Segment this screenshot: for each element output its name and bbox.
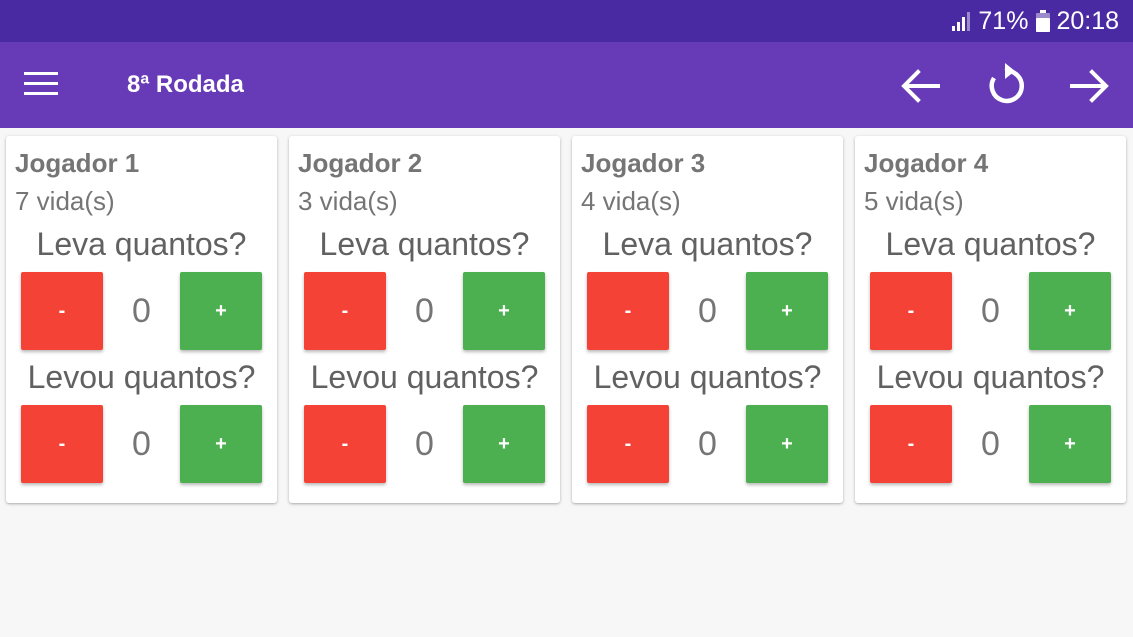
won-count: 0 bbox=[698, 425, 717, 463]
player-card: Jogador 3 4 vida(s) Leva quantos? - 0 + … bbox=[572, 136, 843, 503]
won-decrement-button[interactable]: - bbox=[304, 405, 386, 483]
next-round-button[interactable] bbox=[1060, 56, 1120, 116]
bet-increment-button[interactable]: + bbox=[746, 272, 828, 350]
player-name: Jogador 2 bbox=[298, 148, 423, 178]
won-stepper: - 0 + bbox=[6, 405, 277, 483]
app-bar: 8ª Rodada bbox=[0, 42, 1133, 128]
won-question: Levou quantos? bbox=[310, 359, 539, 395]
status-bar: 71% 20:18 bbox=[0, 0, 1133, 42]
bet-increment-button[interactable]: + bbox=[463, 272, 545, 350]
bet-decrement-button[interactable]: - bbox=[21, 272, 103, 350]
status-indicators: 71% 20:18 bbox=[950, 0, 1119, 42]
won-increment-button[interactable]: + bbox=[746, 405, 828, 483]
player-card: Jogador 1 7 vida(s) Leva quantos? - 0 + … bbox=[6, 136, 277, 503]
won-decrement-button[interactable]: - bbox=[21, 405, 103, 483]
bet-stepper: - 0 + bbox=[855, 272, 1126, 350]
won-increment-button[interactable]: + bbox=[180, 405, 262, 483]
page-title: 8ª Rodada bbox=[127, 71, 244, 98]
won-decrement-button[interactable]: - bbox=[587, 405, 669, 483]
bet-increment-button[interactable]: + bbox=[1029, 272, 1111, 350]
bet-decrement-button[interactable]: - bbox=[304, 272, 386, 350]
won-stepper: - 0 + bbox=[855, 405, 1126, 483]
won-count: 0 bbox=[415, 425, 434, 463]
bet-question: Leva quantos? bbox=[36, 226, 247, 262]
won-question: Levou quantos? bbox=[593, 359, 822, 395]
bet-count: 0 bbox=[415, 292, 434, 330]
won-count: 0 bbox=[132, 425, 151, 463]
won-question: Levou quantos? bbox=[876, 359, 1105, 395]
bet-decrement-button[interactable]: - bbox=[870, 272, 952, 350]
bet-question: Leva quantos? bbox=[885, 226, 1096, 262]
won-stepper: - 0 + bbox=[572, 405, 843, 483]
bet-decrement-button[interactable]: - bbox=[587, 272, 669, 350]
bet-stepper: - 0 + bbox=[289, 272, 560, 350]
won-question: Levou quantos? bbox=[27, 359, 256, 395]
bet-increment-button[interactable]: + bbox=[180, 272, 262, 350]
player-lives: 3 vida(s) bbox=[298, 186, 398, 216]
won-increment-button[interactable]: + bbox=[1029, 405, 1111, 483]
bet-question: Leva quantos? bbox=[319, 226, 530, 262]
player-name: Jogador 3 bbox=[581, 148, 706, 178]
player-lives: 4 vida(s) bbox=[581, 186, 681, 216]
player-name: Jogador 1 bbox=[15, 148, 140, 178]
menu-icon bbox=[24, 72, 58, 95]
bet-count: 0 bbox=[981, 292, 1000, 330]
player-card: Jogador 2 3 vida(s) Leva quantos? - 0 + … bbox=[289, 136, 560, 503]
signal-icon bbox=[952, 12, 971, 31]
refresh-button[interactable] bbox=[975, 56, 1035, 116]
bet-question: Leva quantos? bbox=[602, 226, 813, 262]
status-time: 20:18 bbox=[1056, 6, 1119, 35]
player-lives: 7 vida(s) bbox=[15, 186, 115, 216]
player-card: Jogador 4 5 vida(s) Leva quantos? - 0 + … bbox=[855, 136, 1126, 503]
refresh-icon bbox=[989, 63, 1024, 104]
battery-percent: 71% bbox=[978, 6, 1029, 35]
arrow-back-icon bbox=[901, 69, 940, 103]
bet-count: 0 bbox=[698, 292, 717, 330]
previous-round-button[interactable] bbox=[890, 56, 950, 116]
won-decrement-button[interactable]: - bbox=[870, 405, 952, 483]
player-lives: 5 vida(s) bbox=[864, 186, 964, 216]
won-count: 0 bbox=[981, 425, 1000, 463]
bet-count: 0 bbox=[132, 292, 151, 330]
won-stepper: - 0 + bbox=[289, 405, 560, 483]
bet-stepper: - 0 + bbox=[572, 272, 843, 350]
player-name: Jogador 4 bbox=[864, 148, 989, 178]
bet-stepper: - 0 + bbox=[6, 272, 277, 350]
menu-button[interactable] bbox=[14, 56, 70, 112]
won-increment-button[interactable]: + bbox=[463, 405, 545, 483]
arrow-forward-icon bbox=[1070, 69, 1109, 103]
battery-icon bbox=[1036, 10, 1051, 32]
